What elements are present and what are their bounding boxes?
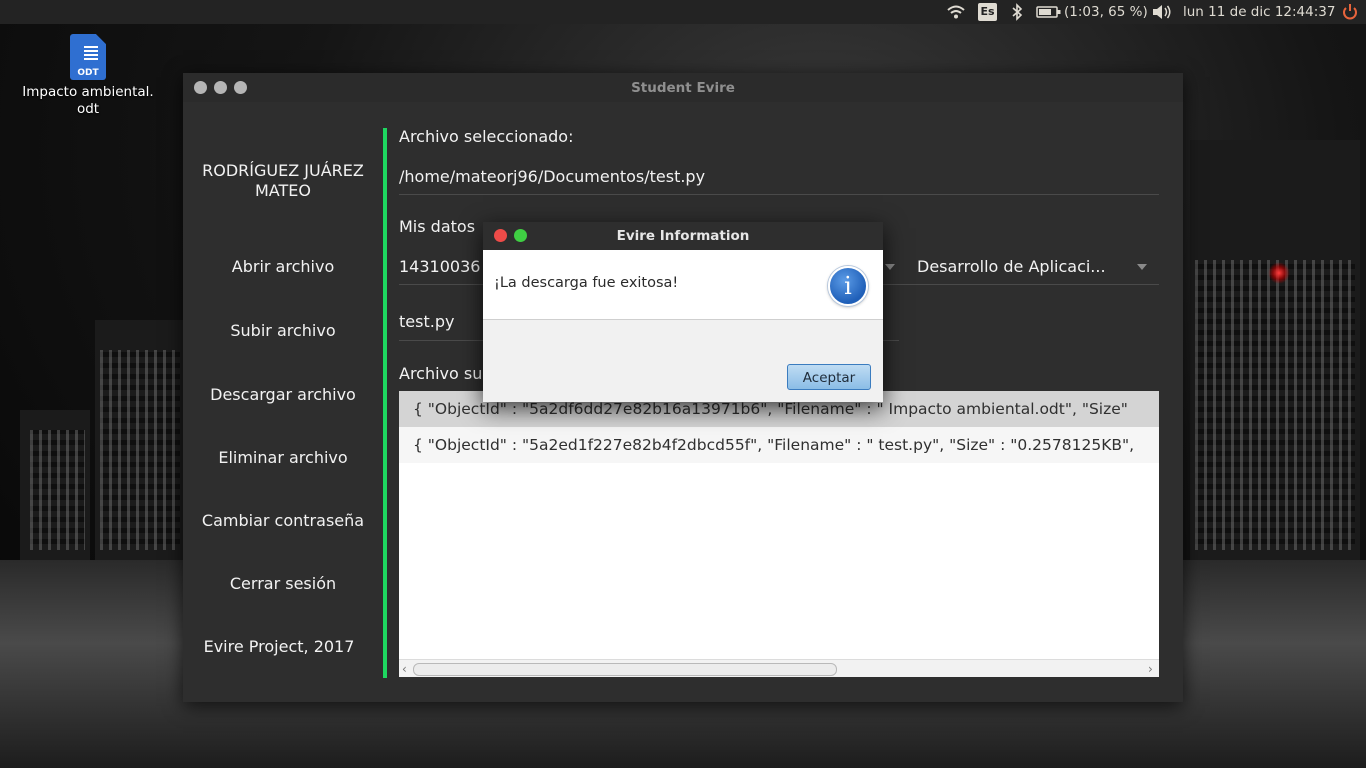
chevron-down-icon[interactable] bbox=[1137, 264, 1147, 270]
scroll-left-arrow-icon[interactable]: ‹ bbox=[402, 661, 407, 677]
accept-button[interactable]: Aceptar bbox=[787, 364, 871, 390]
scroll-right-arrow-icon[interactable]: › bbox=[1148, 661, 1153, 677]
my-data-label: Mis datos bbox=[399, 217, 476, 236]
desktop-file-icon[interactable]: ODT Impacto ambiental. odt bbox=[18, 34, 158, 118]
sidebar-item-logout[interactable]: Cerrar sesión bbox=[183, 574, 383, 593]
course-select[interactable]: Desarrollo de Aplicaci... bbox=[917, 257, 1106, 276]
info-icon: i bbox=[828, 266, 868, 306]
uploaded-files-label: Archivo su bbox=[399, 364, 483, 383]
scrollbar-thumb[interactable] bbox=[413, 663, 837, 676]
sidebar-item-delete-file[interactable]: Eliminar archivo bbox=[183, 448, 383, 467]
list-item[interactable]: { "ObjectId" : "5a2ed1f227e82b4f2dbcd55f… bbox=[399, 427, 1159, 463]
minimize-window-button[interactable] bbox=[214, 81, 227, 94]
wifi-icon[interactable] bbox=[946, 0, 966, 24]
maximize-window-button[interactable] bbox=[234, 81, 247, 94]
selected-file-label: Archivo seleccionado: bbox=[399, 127, 574, 146]
battery-icon[interactable] bbox=[1036, 0, 1062, 24]
top-panel: Es (1:03, 65 %) lun 11 de dic 12:44:37 bbox=[0, 0, 1366, 24]
path-divider bbox=[399, 194, 1159, 195]
sidebar-item-download-file[interactable]: Descargar archivo bbox=[183, 385, 383, 404]
sidebar-item-upload-file[interactable]: Subir archivo bbox=[183, 321, 383, 340]
window-titlebar[interactable]: Student Evire bbox=[183, 73, 1183, 102]
sidebar-item-open-file[interactable]: Abrir archivo bbox=[183, 257, 383, 276]
info-dialog: Evire Information ¡La descarga fue exito… bbox=[483, 222, 883, 402]
sidebar-item-change-password[interactable]: Cambiar contraseña bbox=[183, 511, 383, 530]
close-window-button[interactable] bbox=[194, 81, 207, 94]
dialog-header: ¡La descarga fue exitosa! i bbox=[483, 250, 883, 320]
dialog-titlebar[interactable]: Evire Information bbox=[483, 222, 883, 250]
uploaded-files-list[interactable]: { "ObjectId" : "5a2df6dd27e82b16a13971b6… bbox=[399, 391, 1159, 677]
bluetooth-icon[interactable] bbox=[1011, 0, 1023, 24]
selected-file-path: /home/mateorj96/Documentos/test.py bbox=[399, 167, 706, 186]
dialog-title: Evire Information bbox=[616, 228, 750, 244]
window-title: Student Evire bbox=[631, 80, 735, 96]
user-name: RODRÍGUEZ JUÁREZ MATEO bbox=[202, 161, 364, 200]
odt-document-icon: ODT bbox=[70, 34, 106, 80]
power-icon[interactable] bbox=[1341, 0, 1359, 24]
battery-status: (1:03, 65 %) bbox=[1064, 4, 1148, 20]
dialog-close-button[interactable] bbox=[494, 229, 507, 242]
clock[interactable]: lun 11 de dic 12:44:37 bbox=[1183, 0, 1335, 24]
desktop-file-label: Impacto ambiental. odt bbox=[22, 84, 154, 117]
student-id-field[interactable]: 14310036 bbox=[399, 257, 480, 276]
footer-credit: Evire Project, 2017 bbox=[203, 637, 355, 656]
filename-field[interactable]: test.py bbox=[399, 312, 454, 331]
accent-divider bbox=[383, 128, 387, 678]
chevron-down-icon[interactable] bbox=[885, 264, 895, 270]
volume-icon[interactable] bbox=[1151, 0, 1173, 24]
dialog-message: ¡La descarga fue exitosa! bbox=[494, 275, 679, 291]
keyboard-layout-indicator[interactable]: Es bbox=[978, 3, 997, 21]
horizontal-scrollbar[interactable]: ‹ › bbox=[399, 659, 1159, 677]
dialog-maximize-button[interactable] bbox=[514, 229, 527, 242]
